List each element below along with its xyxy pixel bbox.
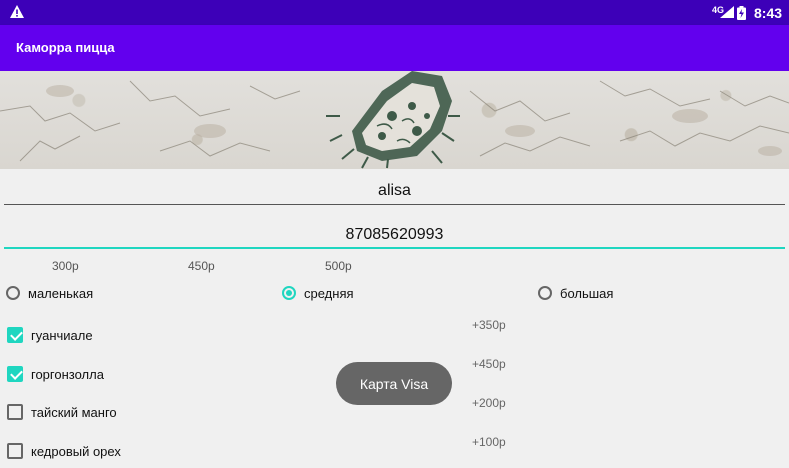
topping-label: тайский манго [31,404,117,420]
signal-icon [720,6,734,18]
app-bar: Каморра пицца [0,25,789,71]
price-small: 300р [52,259,79,273]
size-radio-medium[interactable]: средняя [282,283,354,303]
radio-button-icon [538,286,552,300]
topping-price: +200р [472,396,506,410]
topping-checkbox-guanciale[interactable]: гуанчиале [7,325,93,345]
topping-checkbox-thai-mango[interactable]: тайский манго [7,402,117,422]
checkbox-icon [7,404,23,420]
size-label-large: большая [560,285,614,301]
status-bar: 4G 8:43 [0,0,789,25]
checkbox-checked-icon [7,366,23,382]
price-medium: 450р [188,259,215,273]
topping-price: +100р [472,435,506,449]
topping-price: +350р [472,318,506,332]
topping-price: +450р [472,357,506,371]
name-input[interactable]: alisa [4,182,785,205]
checkbox-checked-icon [7,327,23,343]
radio-button-icon [6,286,20,300]
warning-icon [10,5,24,18]
checkbox-icon [7,443,23,459]
battery-charging-icon [737,6,746,20]
price-large: 500р [325,259,352,273]
visa-card-button[interactable]: Карта Visa [336,362,452,405]
topping-label: гуанчиале [31,327,93,343]
size-radio-small[interactable]: маленькая [6,283,93,303]
phone-input[interactable]: 87085620993 [4,226,785,249]
topping-checkbox-pine-nut[interactable]: кедровый орех [7,441,121,461]
topping-checkbox-gorgonzola[interactable]: горгонзолла [7,364,104,384]
size-label-medium: средняя [304,285,354,301]
header-banner [0,71,789,169]
topping-label: горгонзолла [31,366,104,382]
size-label-small: маленькая [28,285,94,301]
pizza-logo [326,71,460,169]
radio-button-selected-icon [282,286,296,300]
app-title: Каморра пицца [16,40,115,55]
size-radio-large[interactable]: большая [538,283,613,303]
topping-label: кедровый орех [31,443,121,459]
clock: 8:43 [754,5,783,21]
